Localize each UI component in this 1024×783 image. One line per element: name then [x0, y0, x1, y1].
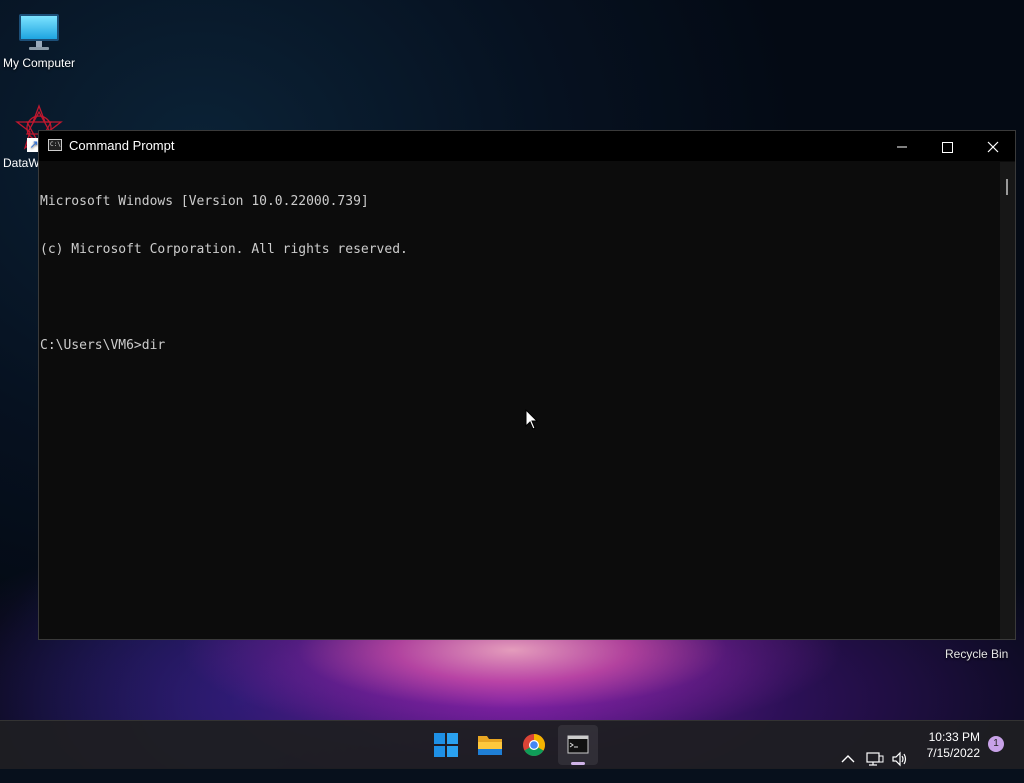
close-icon [987, 141, 999, 153]
taskbar: 10:33 PM 7/15/2022 [0, 720, 1024, 769]
console-prompt-line: C:\Users\VM6>dir [40, 338, 166, 353]
my-computer-label: My Computer [2, 56, 76, 70]
taskbar-clock[interactable]: 10:33 PM 7/15/2022 [918, 729, 980, 761]
network-icon[interactable] [866, 735, 884, 783]
chrome-button[interactable] [514, 725, 554, 765]
start-button[interactable] [426, 725, 466, 765]
chevron-up-icon[interactable] [840, 735, 856, 783]
recycle-bin-label[interactable]: Recycle Bin [945, 647, 1008, 661]
notification-badge[interactable]: 1 [988, 736, 1004, 752]
minimize-icon [897, 146, 907, 148]
close-button[interactable] [970, 131, 1016, 161]
command-prompt-taskbar-button[interactable] [558, 725, 598, 765]
window-title: Command Prompt [69, 138, 175, 153]
windows-logo-icon [434, 733, 458, 757]
clock-date: 7/15/2022 [926, 746, 980, 760]
my-computer-shortcut[interactable]: My Computer [0, 8, 78, 70]
datawrangler-label: DataW [3, 156, 40, 170]
console-scrollbar[interactable] [1000, 162, 1015, 639]
clock-time: 10:33 PM [928, 730, 980, 744]
monitor-icon [19, 12, 59, 52]
scrollbar-thumb[interactable] [1006, 179, 1008, 195]
console-output[interactable]: Microsoft Windows [Version 10.0.22000.73… [39, 162, 1000, 639]
volume-icon[interactable] [891, 735, 909, 783]
chrome-icon [523, 734, 545, 756]
maximize-icon [941, 141, 953, 153]
console-line: Microsoft Windows [Version 10.0.22000.73… [40, 194, 369, 209]
command-prompt-window[interactable]: C:\ Command Prompt Microsoft Windows [Ve… [38, 130, 1016, 640]
window-titlebar[interactable]: C:\ Command Prompt [39, 131, 1015, 161]
file-explorer-button[interactable] [470, 725, 510, 765]
mouse-cursor-icon [525, 409, 539, 430]
console-line: (c) Microsoft Corporation. All rights re… [40, 242, 408, 257]
minimize-button[interactable] [879, 131, 925, 161]
running-indicator [571, 762, 585, 765]
folder-icon [478, 736, 502, 755]
terminal-icon [567, 735, 589, 754]
maximize-button[interactable] [924, 131, 970, 161]
cmd-app-icon: C:\ [48, 139, 62, 151]
